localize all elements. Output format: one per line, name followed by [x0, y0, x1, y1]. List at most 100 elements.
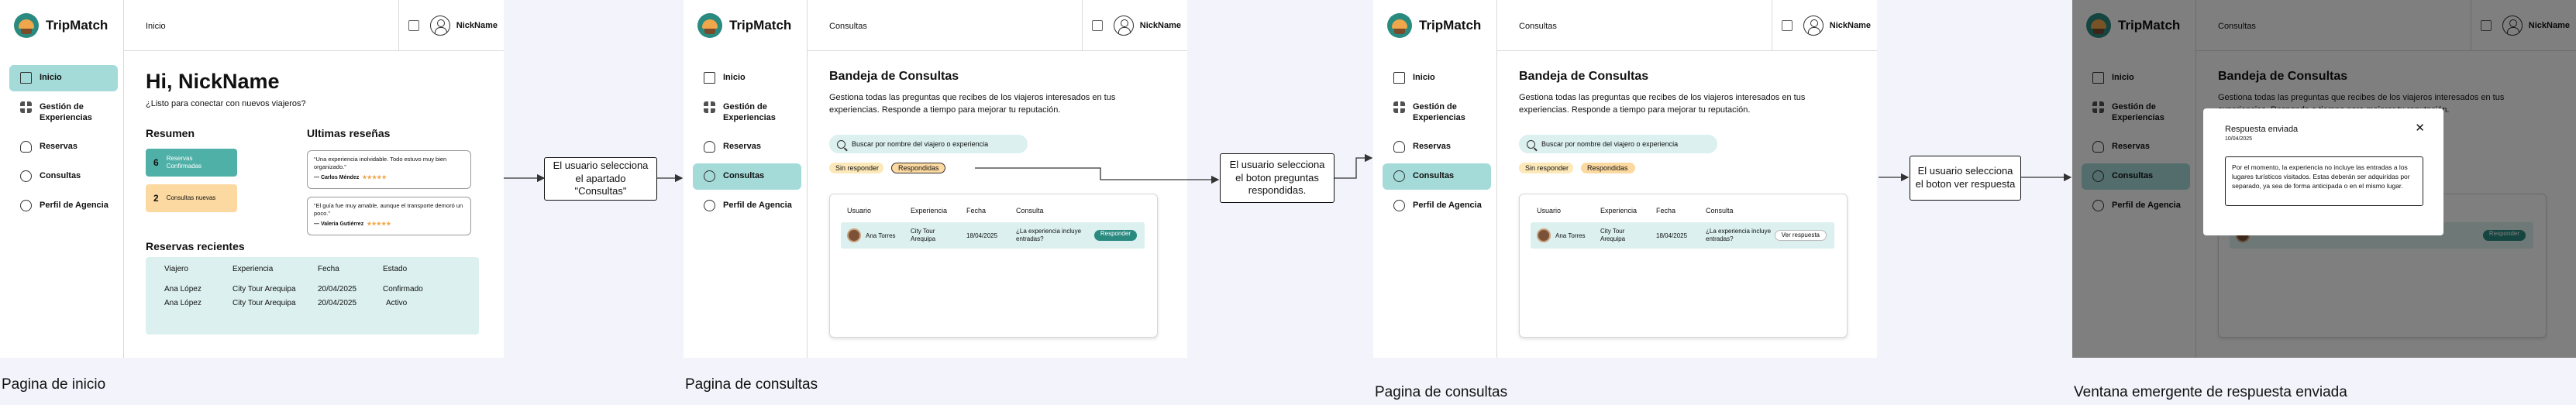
filter-answered[interactable]: Respondidas	[891, 163, 945, 173]
home-main: Hi, NickName ¿Listo para conectar con nu…	[124, 51, 504, 358]
sidebar-item-inicio[interactable]: Inicio	[1383, 65, 1491, 91]
reviews-title: Ultimas reseñas	[307, 127, 391, 139]
sidebar-nav: Inicio Gestión de Experiencias Reservas …	[1383, 65, 1491, 222]
sidebar-item-label: Gestión de Experiencias	[40, 102, 92, 123]
user-menu[interactable]: NickName	[1781, 15, 1871, 36]
review-card: “El guía fue muy amable, aunque el trans…	[307, 197, 471, 235]
notification-icon[interactable]	[1781, 20, 1793, 31]
sidebar-item-label: Consultas	[723, 170, 765, 180]
house-icon	[20, 72, 32, 84]
sidebar-item-label: Reservas	[1413, 141, 1451, 151]
table-row[interactable]: Ana Torres City Tour Arequipa 18/04/2025…	[841, 222, 1145, 249]
user-menu[interactable]: NickName	[408, 15, 498, 36]
view-reply-button[interactable]: Ver respuesta	[1774, 230, 1827, 241]
flow-step-3: El usuario selecciona el boton ver respu…	[1910, 156, 2021, 201]
search-placeholder: Buscar por nombre del viajero o experien…	[852, 140, 989, 148]
caption-home: Pagina de inicio	[2, 376, 106, 393]
logo-icon	[697, 13, 722, 38]
table-cell: City Tour Arequipa	[232, 299, 296, 307]
column-header: Consulta	[1016, 207, 1044, 215]
search-input[interactable]: Buscar por nombre del viajero o experien…	[829, 135, 1028, 153]
sidebar-item-label: Perfil de Agencia	[1413, 200, 1482, 210]
filter-answered[interactable]: Respondidas	[1581, 163, 1635, 173]
topbar: Consultas NickName	[1497, 0, 1877, 51]
star-rating: ★★★★★	[367, 221, 391, 227]
table-cell: City Tour Arequipa	[911, 228, 936, 242]
sidebar-item-inicio[interactable]: Inicio	[9, 65, 118, 91]
modal-date: 10/04/2025	[2225, 136, 2253, 142]
sidebar-item-experiencias[interactable]: Gestión de Experiencias	[9, 94, 118, 131]
consultas-main: Bandeja de Consultas Gestiona todas las …	[808, 51, 1187, 358]
divider	[398, 0, 399, 51]
inbox-description: Gestiona todas las preguntas que recibes…	[1519, 93, 1806, 115]
table-cell: Ana Torres	[1555, 232, 1586, 239]
consultas-answered-screen: TripMatch Inicio Gestión de Experiencias…	[1373, 0, 1877, 358]
greeting: Hi, NickName	[146, 70, 280, 93]
caption-consultas: Pagina de consultas	[685, 376, 818, 393]
topbar: Consultas NickName	[808, 0, 1187, 51]
star-rating: ★★★★★	[362, 174, 387, 180]
sidebar-item-reservas[interactable]: Reservas	[693, 134, 801, 160]
sidebar-item-consultas[interactable]: Consultas	[693, 163, 801, 190]
table-cell: Ana Torres	[866, 232, 896, 239]
filter-unanswered[interactable]: Sin responder	[829, 163, 883, 173]
table-cell: 18/04/2025	[966, 232, 998, 239]
sidebar-item-label: Reservas	[40, 141, 77, 151]
reply-button[interactable]: Responder	[1093, 230, 1137, 241]
sidebar-item-perfil[interactable]: Perfil de Agencia	[9, 193, 118, 219]
review-text: “Una experiencia inolvidable. Todo estuv…	[314, 156, 447, 170]
sidebar: TripMatch Inicio Gestión de Experiencias…	[1373, 0, 1497, 358]
sidebar-item-consultas[interactable]: Consultas	[1383, 163, 1491, 190]
logo-icon	[1387, 13, 1412, 38]
page-title: Consultas	[829, 22, 867, 31]
reply-modal: Respuesta enviada 10/04/2025 ✕ Por el mo…	[2203, 108, 2443, 235]
sidebar-item-label: Inicio	[1413, 73, 1435, 82]
bookings-table: Viajero Experiencia Fecha Estado Ana Lóp…	[146, 257, 479, 335]
kpi-value: 6	[153, 157, 159, 168]
sidebar-item-reservas[interactable]: Reservas	[9, 134, 118, 160]
sidebar-item-label: Consultas	[40, 170, 81, 180]
sidebar-item-experiencias[interactable]: Gestión de Experiencias	[693, 94, 801, 131]
user-name: NickName	[1139, 21, 1181, 30]
notification-icon[interactable]	[408, 20, 419, 31]
page-title: Inicio	[146, 22, 166, 31]
sidebar-item-label: Perfil de Agencia	[723, 200, 792, 210]
column-header: Experiencia	[911, 207, 948, 215]
close-icon[interactable]: ✕	[2415, 122, 2425, 134]
table-row[interactable]: Ana Torres City Tour Arequipa 18/04/2025…	[1531, 222, 1834, 249]
sidebar-item-perfil[interactable]: Perfil de Agencia	[1383, 193, 1491, 219]
sidebar-item-label: Gestión de Experiencias	[1413, 102, 1465, 123]
grid-icon	[704, 101, 715, 113]
modal-title: Respuesta enviada	[2225, 125, 2299, 134]
table-cell: Activo	[386, 299, 408, 307]
column-header: Viajero	[164, 265, 188, 273]
table-row[interactable]: Ana López City Tour Arequipa 20/04/2025 …	[146, 285, 479, 296]
review-author: — Carlos Méndez	[314, 174, 360, 180]
sidebar-item-reservas[interactable]: Reservas	[1383, 134, 1491, 160]
logo: TripMatch	[1387, 13, 1481, 38]
search-input[interactable]: Buscar por nombre del viajero o experien…	[1519, 135, 1717, 153]
user-icon	[704, 199, 715, 211]
inbox-title: Bandeja de Consultas	[829, 70, 959, 83]
inbox-description: Gestiona todas las preguntas que recibes…	[829, 93, 1116, 115]
sidebar-item-perfil[interactable]: Perfil de Agencia	[693, 193, 801, 219]
sidebar-item-label: Gestión de Experiencias	[723, 102, 776, 123]
filter-unanswered[interactable]: Sin responder	[1519, 163, 1573, 173]
sidebar: TripMatch Inicio Gestión de Experiencias…	[0, 0, 124, 358]
sidebar-item-experiencias[interactable]: Gestión de Experiencias	[1383, 94, 1491, 131]
kpi-consultas: 2 Consultas nuevas	[146, 184, 237, 212]
table-row[interactable]: Ana López City Tour Arequipa 20/04/2025 …	[146, 299, 479, 310]
reply-text: Por el momento, la experiencia no incluy…	[2225, 156, 2423, 206]
kpi-value: 2	[153, 193, 159, 204]
sidebar-item-consultas[interactable]: Consultas	[9, 163, 118, 190]
sidebar-item-inicio[interactable]: Inicio	[693, 65, 801, 91]
grid-icon	[1393, 101, 1405, 113]
notification-icon[interactable]	[1091, 20, 1103, 31]
home-screen: TripMatch Inicio Gestión de Experiencias…	[0, 0, 504, 358]
table-cell: ¿La experiencia incluye entradas?	[1706, 228, 1772, 242]
logo-text: TripMatch	[1419, 18, 1482, 33]
arrow-2b	[1334, 153, 1373, 179]
sidebar-item-label: Reservas	[723, 141, 761, 151]
questions-panel: Usuario Experiencia Fecha Consulta Ana T…	[1519, 194, 1848, 338]
user-menu[interactable]: NickName	[1091, 15, 1181, 36]
